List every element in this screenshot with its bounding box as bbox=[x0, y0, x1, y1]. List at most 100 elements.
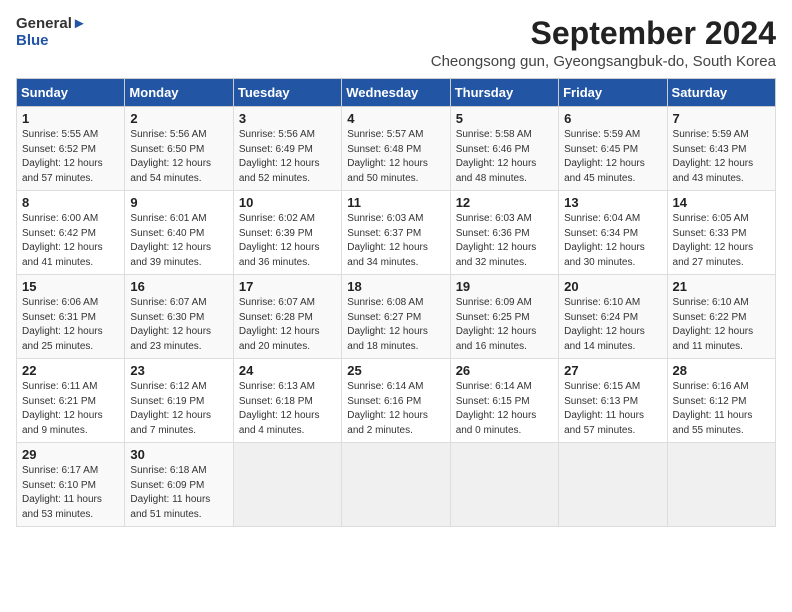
weekday-header-sunday: Sunday bbox=[17, 79, 125, 107]
day-number: 8 bbox=[22, 195, 119, 210]
day-number: 25 bbox=[347, 363, 444, 378]
weekday-header-wednesday: Wednesday bbox=[342, 79, 450, 107]
weekday-header-thursday: Thursday bbox=[450, 79, 558, 107]
day-info: Sunrise: 6:15 AM Sunset: 6:13 PM Dayligh… bbox=[564, 380, 661, 438]
calendar-day-18: 18 Sunrise: 6:08 AM Sunset: 6:27 PM Dayli… bbox=[342, 275, 450, 359]
day-info: Sunrise: 6:08 AM Sunset: 6:27 PM Dayligh… bbox=[347, 296, 444, 354]
day-info: Sunrise: 6:11 AM Sunset: 6:21 PM Dayligh… bbox=[22, 380, 119, 438]
calendar-day-5: 5 Sunrise: 5:58 AM Sunset: 6:46 PM Daylig… bbox=[450, 107, 558, 191]
day-info: Sunrise: 6:04 AM Sunset: 6:34 PM Dayligh… bbox=[564, 212, 661, 270]
calendar-day-9: 9 Sunrise: 6:01 AM Sunset: 6:40 PM Daylig… bbox=[125, 191, 233, 275]
calendar-day-3: 3Sunrise: 5:56 AM Sunset: 6:49 PM Daylig… bbox=[233, 107, 341, 191]
day-info: Sunrise: 6:13 AM Sunset: 6:18 PM Dayligh… bbox=[239, 380, 336, 438]
weekday-header-row: SundayMondayTuesdayWednesdayThursdayFrid… bbox=[17, 79, 776, 107]
calendar-day-20: 20 Sunrise: 6:10 AM Sunset: 6:24 PM Dayli… bbox=[559, 275, 667, 359]
page-header: General► Blue September 2024 Cheongsong … bbox=[16, 16, 776, 70]
calendar-day-13: 13 Sunrise: 6:04 AM Sunset: 6:34 PM Dayli… bbox=[559, 191, 667, 275]
day-number: 24 bbox=[239, 363, 336, 378]
day-info: Sunrise: 6:03 AM Sunset: 6:36 PM Dayligh… bbox=[456, 212, 553, 270]
empty-cell bbox=[342, 443, 450, 527]
day-number: 28 bbox=[673, 363, 770, 378]
day-info: Sunrise: 6:14 AM Sunset: 6:15 PM Dayligh… bbox=[456, 380, 553, 438]
day-number: 16 bbox=[130, 279, 227, 294]
day-number: 19 bbox=[456, 279, 553, 294]
calendar-day-11: 11Sunrise: 6:03 AM Sunset: 6:37 PM Dayli… bbox=[342, 191, 450, 275]
day-info: Sunrise: 6:10 AM Sunset: 6:24 PM Dayligh… bbox=[564, 296, 661, 354]
day-info: Sunrise: 5:59 AM Sunset: 6:43 PM Dayligh… bbox=[673, 128, 770, 186]
day-number: 21 bbox=[673, 279, 770, 294]
empty-cell bbox=[559, 443, 667, 527]
day-number: 18 bbox=[347, 279, 444, 294]
calendar-week-4: 22 Sunrise: 6:11 AM Sunset: 6:21 PM Dayli… bbox=[17, 359, 776, 443]
calendar-day-8: 8 Sunrise: 6:00 AM Sunset: 6:42 PM Daylig… bbox=[17, 191, 125, 275]
calendar-day-17: 17Sunrise: 6:07 AM Sunset: 6:28 PM Dayli… bbox=[233, 275, 341, 359]
day-number: 1 bbox=[22, 111, 119, 126]
day-info: Sunrise: 6:18 AM Sunset: 6:09 PM Dayligh… bbox=[130, 464, 227, 522]
day-number: 13 bbox=[564, 195, 661, 210]
calendar-week-2: 8 Sunrise: 6:00 AM Sunset: 6:42 PM Daylig… bbox=[17, 191, 776, 275]
calendar-day-2: 2 Sunrise: 5:56 AM Sunset: 6:50 PM Daylig… bbox=[125, 107, 233, 191]
day-number: 9 bbox=[130, 195, 227, 210]
day-number: 2 bbox=[130, 111, 227, 126]
day-info: Sunrise: 6:02 AM Sunset: 6:39 PM Dayligh… bbox=[239, 212, 336, 270]
day-info: Sunrise: 6:14 AM Sunset: 6:16 PM Dayligh… bbox=[347, 380, 444, 438]
title-block: September 2024 Cheongsong gun, Gyeongsan… bbox=[431, 16, 776, 70]
calendar-week-3: 15Sunrise: 6:06 AM Sunset: 6:31 PM Dayli… bbox=[17, 275, 776, 359]
weekday-header-saturday: Saturday bbox=[667, 79, 775, 107]
day-info: Sunrise: 5:57 AM Sunset: 6:48 PM Dayligh… bbox=[347, 128, 444, 186]
day-number: 27 bbox=[564, 363, 661, 378]
calendar-day-6: 6 Sunrise: 5:59 AM Sunset: 6:45 PM Daylig… bbox=[559, 107, 667, 191]
day-number: 26 bbox=[456, 363, 553, 378]
calendar-day-29: 29Sunrise: 6:17 AM Sunset: 6:10 PM Dayli… bbox=[17, 443, 125, 527]
calendar-week-1: 1 Sunrise: 5:55 AM Sunset: 6:52 PM Daylig… bbox=[17, 107, 776, 191]
calendar-day-1: 1 Sunrise: 5:55 AM Sunset: 6:52 PM Daylig… bbox=[17, 107, 125, 191]
day-number: 15 bbox=[22, 279, 119, 294]
empty-cell bbox=[450, 443, 558, 527]
calendar-day-25: 25 Sunrise: 6:14 AM Sunset: 6:16 PM Dayli… bbox=[342, 359, 450, 443]
calendar-day-26: 26 Sunrise: 6:14 AM Sunset: 6:15 PM Dayli… bbox=[450, 359, 558, 443]
empty-cell bbox=[233, 443, 341, 527]
day-info: Sunrise: 6:03 AM Sunset: 6:37 PM Dayligh… bbox=[347, 212, 444, 270]
day-info: Sunrise: 5:59 AM Sunset: 6:45 PM Dayligh… bbox=[564, 128, 661, 186]
day-number: 22 bbox=[22, 363, 119, 378]
empty-cell bbox=[667, 443, 775, 527]
location-title: Cheongsong gun, Gyeongsangbuk-do, South … bbox=[431, 53, 776, 70]
month-title: September 2024 bbox=[431, 16, 776, 51]
day-number: 12 bbox=[456, 195, 553, 210]
weekday-header-monday: Monday bbox=[125, 79, 233, 107]
day-number: 4 bbox=[347, 111, 444, 126]
day-number: 5 bbox=[456, 111, 553, 126]
day-info: Sunrise: 5:55 AM Sunset: 6:52 PM Dayligh… bbox=[22, 128, 119, 186]
day-number: 10 bbox=[239, 195, 336, 210]
logo: General► Blue bbox=[16, 16, 87, 49]
day-info: Sunrise: 6:16 AM Sunset: 6:12 PM Dayligh… bbox=[673, 380, 770, 438]
calendar-day-4: 4 Sunrise: 5:57 AM Sunset: 6:48 PM Daylig… bbox=[342, 107, 450, 191]
day-info: Sunrise: 6:10 AM Sunset: 6:22 PM Dayligh… bbox=[673, 296, 770, 354]
day-info: Sunrise: 6:17 AM Sunset: 6:10 PM Dayligh… bbox=[22, 464, 119, 522]
day-info: Sunrise: 5:58 AM Sunset: 6:46 PM Dayligh… bbox=[456, 128, 553, 186]
day-info: Sunrise: 6:07 AM Sunset: 6:30 PM Dayligh… bbox=[130, 296, 227, 354]
day-number: 3 bbox=[239, 111, 336, 126]
calendar-day-22: 22 Sunrise: 6:11 AM Sunset: 6:21 PM Dayli… bbox=[17, 359, 125, 443]
day-info: Sunrise: 6:09 AM Sunset: 6:25 PM Dayligh… bbox=[456, 296, 553, 354]
day-info: Sunrise: 6:00 AM Sunset: 6:42 PM Dayligh… bbox=[22, 212, 119, 270]
day-number: 6 bbox=[564, 111, 661, 126]
day-info: Sunrise: 6:05 AM Sunset: 6:33 PM Dayligh… bbox=[673, 212, 770, 270]
calendar-day-19: 19 Sunrise: 6:09 AM Sunset: 6:25 PM Dayli… bbox=[450, 275, 558, 359]
day-number: 14 bbox=[673, 195, 770, 210]
day-info: Sunrise: 5:56 AM Sunset: 6:50 PM Dayligh… bbox=[130, 128, 227, 186]
weekday-header-friday: Friday bbox=[559, 79, 667, 107]
calendar-day-30: 30 Sunrise: 6:18 AM Sunset: 6:09 PM Dayli… bbox=[125, 443, 233, 527]
calendar-day-16: 16 Sunrise: 6:07 AM Sunset: 6:30 PM Dayli… bbox=[125, 275, 233, 359]
calendar-day-7: 7 Sunrise: 5:59 AM Sunset: 6:43 PM Daylig… bbox=[667, 107, 775, 191]
calendar-day-28: 28 Sunrise: 6:16 AM Sunset: 6:12 PM Dayli… bbox=[667, 359, 775, 443]
calendar-table: SundayMondayTuesdayWednesdayThursdayFrid… bbox=[16, 78, 776, 527]
calendar-day-24: 24 Sunrise: 6:13 AM Sunset: 6:18 PM Dayli… bbox=[233, 359, 341, 443]
calendar-day-23: 23Sunrise: 6:12 AM Sunset: 6:19 PM Dayli… bbox=[125, 359, 233, 443]
day-info: Sunrise: 6:01 AM Sunset: 6:40 PM Dayligh… bbox=[130, 212, 227, 270]
calendar-day-27: 27 Sunrise: 6:15 AM Sunset: 6:13 PM Dayli… bbox=[559, 359, 667, 443]
day-number: 7 bbox=[673, 111, 770, 126]
day-number: 23 bbox=[130, 363, 227, 378]
day-number: 30 bbox=[130, 447, 227, 462]
day-number: 20 bbox=[564, 279, 661, 294]
